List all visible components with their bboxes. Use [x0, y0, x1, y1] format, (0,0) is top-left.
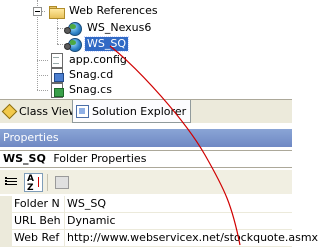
- property-value[interactable]: Dynamic: [64, 213, 116, 229]
- class-view-icon: [2, 104, 16, 118]
- tree-item-web-references[interactable]: Web References: [48, 3, 160, 19]
- row-margin: [0, 196, 12, 213]
- web-reference-icon: [64, 36, 82, 52]
- categorized-button[interactable]: [3, 173, 22, 192]
- tab-class-view[interactable]: Class View: [0, 100, 82, 122]
- property-row[interactable]: Folder Na WS_SQ: [0, 196, 292, 213]
- tree-item-label: app.config: [69, 53, 127, 66]
- folder-icon: [48, 3, 65, 19]
- object-type: Folder Properties: [53, 152, 147, 165]
- properties-title-bar: Properties: [0, 129, 292, 147]
- property-name: URL Beh: [14, 214, 60, 227]
- property-pages-button[interactable]: [52, 173, 71, 192]
- row-margin: [0, 230, 12, 247]
- property-value[interactable]: http://www.webservicex.net/stockquote.as…: [64, 230, 318, 246]
- tree-line: [57, 18, 58, 44]
- property-value[interactable]: WS_SQ: [64, 196, 106, 212]
- properties-toolbar: A Z: [0, 170, 292, 194]
- property-row[interactable]: URL Beh Dynamic: [0, 213, 292, 230]
- document-icon: [48, 52, 64, 68]
- tree-line: [37, 60, 48, 61]
- tree-line: [37, 75, 48, 76]
- tree-item-app-config[interactable]: app.config: [48, 52, 129, 68]
- object-name: WS_SQ: [3, 152, 46, 165]
- property-name: Web Ref: [14, 231, 60, 244]
- solution-explorer-tree: Web References WS_Nexus6 WS_SQ app.confi…: [0, 0, 292, 98]
- property-grid: Folder Na WS_SQ URL Beh Dynamic Web Ref …: [0, 196, 318, 248]
- property-row[interactable]: Web Ref http://www.webservicex.net/stock…: [0, 230, 318, 247]
- class-diagram-icon: [48, 67, 64, 83]
- tool-window-tabs: Class View Solution Explorer: [0, 99, 292, 123]
- tree-line: [37, 90, 48, 91]
- tree-item-snag-cs[interactable]: Snag.cs: [48, 82, 114, 98]
- tree-item-label: Web References: [69, 4, 158, 17]
- tree-item-label: Snag.cd: [69, 68, 114, 81]
- collapse-toggle[interactable]: [33, 7, 42, 16]
- toolbar-separator: [47, 174, 48, 191]
- alphabetical-button[interactable]: A Z: [24, 173, 43, 193]
- solution-explorer-icon: [75, 104, 89, 118]
- tab-label: Class View: [19, 104, 78, 118]
- tab-solution-explorer[interactable]: Solution Explorer: [72, 100, 192, 123]
- tree-item-label: Snag.cs: [69, 83, 112, 96]
- tree-item-ws-sq[interactable]: WS_SQ: [64, 36, 129, 52]
- web-reference-icon: [64, 20, 82, 36]
- properties-title: Properties: [3, 131, 59, 144]
- tree-item-label: WS_Nexus6: [87, 21, 152, 34]
- cs-file-icon: [48, 82, 64, 98]
- property-name: Folder Na: [14, 197, 60, 210]
- row-margin: [0, 213, 12, 230]
- object-selector[interactable]: WS_SQ Folder Properties: [0, 150, 292, 168]
- tree-item-label: WS_SQ: [84, 36, 129, 52]
- tree-item-ws-nexus6[interactable]: WS_Nexus6: [64, 20, 153, 36]
- tab-label: Solution Explorer: [92, 104, 187, 118]
- tree-item-snag-cd[interactable]: Snag.cd: [48, 67, 115, 83]
